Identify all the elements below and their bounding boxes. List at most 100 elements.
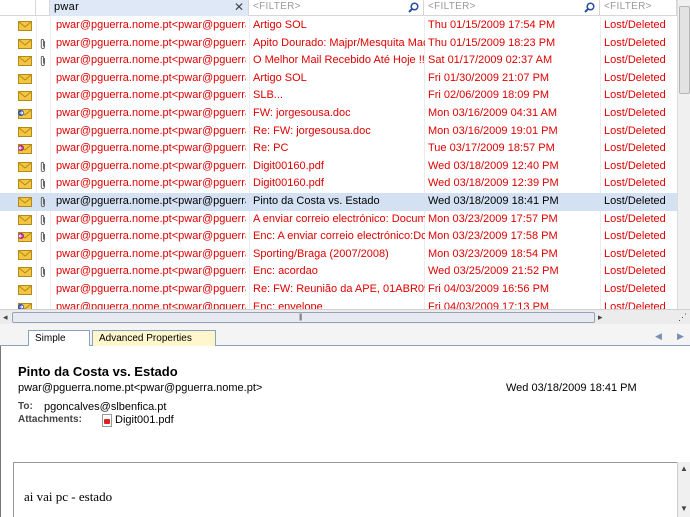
grid-horizontal-scrollbar[interactable]: ◂ ||| ▸ ⋰ xyxy=(0,309,690,324)
envelope-icon xyxy=(14,211,34,229)
date-filter-input[interactable]: <FILTER> xyxy=(424,0,600,16)
paperclip-icon xyxy=(38,158,50,176)
tab-advanced-properties-view[interactable]: Advanced Properties View xyxy=(92,330,216,359)
tab-prev-icon[interactable]: ◀ xyxy=(655,331,662,342)
table-row[interactable]: pwar@pguerra.nome.pt<pwar@pguerra.no... O… xyxy=(0,52,677,70)
search-icon xyxy=(408,2,419,13)
date-cell: Mon 03/23/2009 18:54 PM xyxy=(428,247,558,260)
table-row[interactable]: pwar@pguerra.nome.pt<pwar@pguerra.no... E… xyxy=(0,299,677,310)
from-cell: pwar@pguerra.nome.pt<pwar@pguerra.no... xyxy=(56,194,246,207)
preview-date: Wed 03/18/2009 18:41 PM xyxy=(506,382,637,394)
envelope-icon xyxy=(14,175,34,193)
attachment-link[interactable]: Digit001.pdf xyxy=(115,414,174,426)
status-cell: Lost/Deleted xyxy=(604,142,666,155)
subject-cell: FW: jorgesousa.doc xyxy=(253,106,351,119)
paperclip-icon xyxy=(38,193,50,211)
envelope-icon xyxy=(14,193,34,211)
grip-icon: ||| xyxy=(299,314,303,321)
resize-grip-icon: ⋰ xyxy=(678,312,687,322)
subject-cell: Enc: envelope xyxy=(253,300,323,310)
from-cell: pwar@pguerra.nome.pt<pwar@pguerra.no... xyxy=(56,36,246,49)
status-filter-input[interactable]: <FILTER> xyxy=(600,0,677,16)
from-filter-input[interactable]: pwar ✕ xyxy=(50,0,249,16)
subject-cell: Digit00160.pdf xyxy=(253,177,324,190)
preview-subject: Pinto da Costa vs. Estado xyxy=(18,364,178,379)
from-cell: pwar@pguerra.nome.pt<pwar@pguerra.nome..… xyxy=(56,19,246,31)
status-cell: Lost/Deleted xyxy=(604,106,666,119)
tab-simple-view[interactable]: Simple View xyxy=(28,330,90,359)
table-row[interactable]: pwar@pguerra.nome.pt<pwar@pguerra.no... S… xyxy=(0,87,677,105)
message-body[interactable]: ai vai pc - estado xyxy=(13,462,678,517)
table-row[interactable]: pwar@pguerra.nome.pt<pwar@pguerra.no... D… xyxy=(0,175,677,193)
table-row[interactable]: pwar@pguerra.nome.pt<pwar@pguerra.no... R… xyxy=(0,281,677,299)
status-cell: Lost/Deleted xyxy=(604,124,666,137)
paperclip-icon xyxy=(38,52,50,70)
scroll-up-arrow-icon[interactable]: ▲ xyxy=(680,464,688,473)
envelope-icon xyxy=(14,123,34,141)
table-row[interactable]: pwar@pguerra.nome.pt<pwar@pguerra.no... A… xyxy=(0,211,677,229)
table-row[interactable]: pwar@pguerra.nome.pt<pwar@pguerra.no... R… xyxy=(0,123,677,141)
grid-vertical-scrollbar[interactable] xyxy=(677,0,690,309)
paperclip-icon xyxy=(38,211,50,229)
pdf-file-icon[interactable] xyxy=(102,414,112,427)
status-cell: Lost/Deleted xyxy=(604,19,666,31)
table-row[interactable]: pwar@pguerra.nome.pt<pwar@pguerra.no... S… xyxy=(0,246,677,264)
preview-to-label: To: xyxy=(18,401,33,412)
from-cell: pwar@pguerra.nome.pt<pwar@pguerra.no... xyxy=(56,54,246,67)
from-cell: pwar@pguerra.nome.pt<pwar@pguerra.no... xyxy=(56,106,246,119)
horizontal-scroll-thumb[interactable]: ||| xyxy=(12,312,595,323)
envelope-icon xyxy=(14,246,34,264)
table-row[interactable]: pwar@pguerra.nome.pt<pwar@pguerra.no... F… xyxy=(0,105,677,123)
table-row[interactable]: pwar@pguerra.nome.pt<pwar@pguerra.no... A… xyxy=(0,70,677,88)
message-grid: pwar@pguerra.nome.pt<pwar@pguerra.nome..… xyxy=(0,17,677,309)
table-row[interactable]: pwar@pguerra.nome.pt<pwar@pguerra.no... P… xyxy=(0,192,677,211)
subject-cell: Artigo SOL xyxy=(253,19,307,31)
envelope-icon xyxy=(14,70,34,88)
body-vertical-scrollbar[interactable]: ▲ ▼ xyxy=(677,462,690,517)
table-row[interactable]: pwar@pguerra.nome.pt<pwar@pguerra.no... R… xyxy=(0,140,677,158)
envelope-icon xyxy=(14,263,34,281)
scroll-down-arrow-icon[interactable]: ▼ xyxy=(680,504,688,513)
date-cell: Wed 03/18/2009 18:41 PM xyxy=(428,194,559,207)
tab-next-icon[interactable]: ▶ xyxy=(677,331,684,342)
date-cell: Fri 02/06/2009 18:09 PM xyxy=(428,89,550,102)
status-cell: Lost/Deleted xyxy=(604,265,666,278)
from-cell: pwar@pguerra.nome.pt<pwar@pguerra.no... xyxy=(56,300,246,310)
scroll-left-arrow-icon[interactable]: ◂ xyxy=(3,312,8,323)
table-row[interactable]: pwar@pguerra.nome.pt<pwar@pguerra.no... E… xyxy=(0,263,677,281)
table-row[interactable]: pwar@pguerra.nome.pt<pwar@pguerra.no... A… xyxy=(0,35,677,53)
table-row[interactable]: pwar@pguerra.nome.pt<pwar@pguerra.no... E… xyxy=(0,228,677,246)
forward-envelope-icon xyxy=(14,299,34,309)
filter-row: pwar ✕ <FILTER> <FILTER> <FILTER> xyxy=(0,0,690,16)
forward-envelope-icon xyxy=(14,105,34,123)
preview-to: pgoncalves@slbenfica.pt xyxy=(44,401,167,413)
subject-cell: Pinto da Costa vs. Estado xyxy=(253,194,380,207)
scroll-right-arrow-icon[interactable]: ▸ xyxy=(598,312,603,323)
from-filter-value: pwar xyxy=(54,1,80,13)
date-cell: Fri 04/03/2009 17:13 PM xyxy=(428,300,550,310)
envelope-icon xyxy=(14,17,34,35)
date-cell: Fri 04/03/2009 16:56 PM xyxy=(428,282,550,295)
clear-filter-icon[interactable]: ✕ xyxy=(234,0,244,14)
subject-cell: Digit00160.pdf xyxy=(253,159,324,172)
date-filter-placeholder: <FILTER> xyxy=(428,1,476,12)
subject-cell: Re: FW: Reunião da APE, 01ABR09, ... xyxy=(253,282,425,295)
from-cell: pwar@pguerra.nome.pt<pwar@pguerra.no... xyxy=(56,142,246,155)
table-row[interactable]: pwar@pguerra.nome.pt<pwar@pguerra.nome..… xyxy=(0,17,677,35)
from-cell: pwar@pguerra.nome.pt<pwar@pguerra.no... xyxy=(56,89,246,102)
status-cell: Lost/Deleted xyxy=(604,212,666,225)
reply-envelope-icon xyxy=(14,140,34,158)
preview-attachments-label: Attachments: xyxy=(18,414,82,425)
status-cell: Lost/Deleted xyxy=(604,159,666,172)
table-row[interactable]: pwar@pguerra.nome.pt<pwar@pguerra.no... D… xyxy=(0,158,677,176)
subject-cell: Re: PC xyxy=(253,142,289,155)
status-cell: Lost/Deleted xyxy=(604,36,666,49)
envelope-icon xyxy=(14,52,34,70)
envelope-icon xyxy=(14,35,34,53)
subject-cell: Re: FW: jorgesousa.doc xyxy=(253,124,371,137)
subject-filter-input[interactable]: <FILTER> xyxy=(249,0,424,16)
from-cell: pwar@pguerra.nome.pt<pwar@pguerra.no... xyxy=(56,159,246,172)
subject-cell: Artigo SOL xyxy=(253,71,307,84)
vertical-scroll-thumb[interactable] xyxy=(679,6,690,94)
date-cell: Thu 01/15/2009 17:54 PM xyxy=(428,19,556,31)
